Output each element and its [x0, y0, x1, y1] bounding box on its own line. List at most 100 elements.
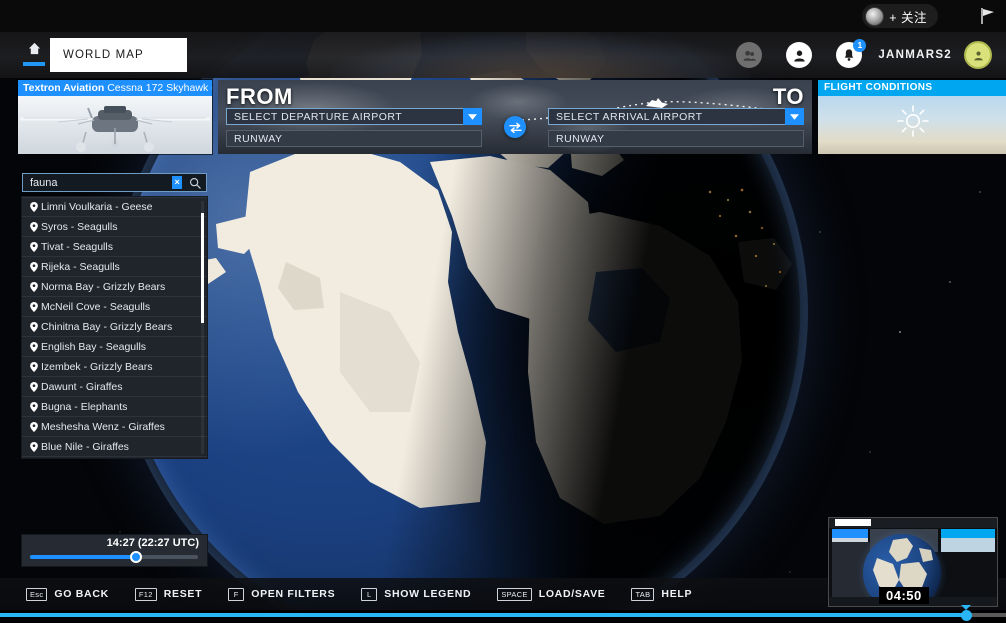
arrival-runway-field[interactable]: RUNWAY: [548, 130, 804, 147]
flag-icon[interactable]: [979, 7, 996, 25]
home-icon: [28, 42, 40, 55]
to-label: TO: [772, 84, 804, 109]
list-item[interactable]: Bugna - Elephants: [22, 397, 207, 417]
chevron-down-icon[interactable]: [463, 108, 482, 125]
list-item[interactable]: Dawunt - Giraffes: [22, 377, 207, 397]
tab-world-map[interactable]: WORLD MAP: [50, 38, 187, 72]
key-cap: F: [228, 587, 245, 601]
flight-conditions-body: [818, 96, 1006, 154]
results-scrollbar-thumb[interactable]: [201, 213, 204, 323]
hint-go-back[interactable]: Esc GO BACK: [26, 587, 109, 601]
list-item[interactable]: Izembek - Grizzly Bears: [22, 357, 207, 377]
bell-icon[interactable]: 1: [836, 39, 867, 68]
list-item-label: Dawunt - Giraffes: [41, 380, 123, 393]
map-pin-icon: [27, 221, 41, 232]
departure-runway-field[interactable]: RUNWAY: [226, 130, 482, 147]
home-active-indicator: [23, 62, 45, 66]
aircraft-card[interactable]: Textron Aviation Cessna 172 Skyhawk (...: [18, 80, 212, 154]
hint-open-filters[interactable]: F OPEN FILTERS: [228, 587, 336, 601]
home-button[interactable]: [22, 40, 46, 70]
key-cap: SPACE: [497, 587, 532, 601]
notification-badge: 1: [853, 39, 867, 52]
search-box[interactable]: ×: [22, 173, 207, 192]
flight-conditions-panel[interactable]: FLIGHT CONDITIONS: [818, 80, 1006, 154]
arrival-runway-value: RUNWAY: [556, 132, 605, 145]
header-sheen: [330, 32, 750, 78]
follow-button[interactable]: + 关注: [862, 4, 938, 28]
list-item[interactable]: Rijeka - Seagulls: [22, 257, 207, 277]
video-progress-bar[interactable]: [0, 605, 1006, 623]
time-of-day-panel[interactable]: 14:27 (22:27 UTC): [22, 535, 207, 566]
time-of-day-slider-handle[interactable]: [129, 551, 142, 563]
map-pin-icon: [27, 361, 41, 372]
user-avatar-icon[interactable]: [964, 41, 992, 69]
search-results-rows: Limni Voulkaria - Geese Syros - Seagulls T…: [22, 197, 207, 457]
arrival-airport-value: SELECT ARRIVAL AIRPORT: [556, 110, 703, 123]
list-item[interactable]: English Bay - Seagulls: [22, 337, 207, 357]
map-pin-icon: [27, 401, 41, 412]
list-item[interactable]: Tivat - Seagulls: [22, 237, 207, 257]
from-label: FROM: [226, 84, 293, 109]
hint-help[interactable]: TAB HELP: [631, 587, 692, 601]
list-item[interactable]: Chinitna Bay - Grizzly Bears: [22, 317, 207, 337]
search-icon[interactable]: [188, 177, 201, 189]
list-item-label: Chinitna Bay - Grizzly Bears: [41, 320, 173, 333]
hint-label: RESET: [163, 588, 203, 600]
header-right-controls: 1 JANMARS2: [724, 32, 998, 78]
follow-button-label: + 关注: [889, 10, 927, 25]
avatar-icon: [865, 6, 885, 26]
video-progress-handle[interactable]: [960, 610, 972, 621]
list-item-label: Meshesha Wenz - Giraffes: [41, 420, 165, 433]
list-item[interactable]: Norma Bay - Grizzly Bears: [22, 277, 207, 297]
departure-runway-value: RUNWAY: [234, 132, 283, 145]
list-item-label: Blue Nile - Giraffes: [41, 440, 129, 453]
browser-top-bar: + 关注: [0, 0, 1006, 32]
hint-reset[interactable]: F12 RESET: [134, 587, 203, 601]
aircraft-model: Cessna 172 Skyhawk (...: [107, 82, 212, 94]
swap-arrows-icon: [508, 122, 522, 133]
search-input[interactable]: [23, 176, 172, 189]
flight-conditions-title: FLIGHT CONDITIONS: [818, 80, 1006, 96]
key-cap: L: [361, 587, 378, 601]
list-item-label: Bugna - Elephants: [41, 400, 128, 413]
hint-label: GO BACK: [54, 588, 109, 600]
hint-label: SHOW LEGEND: [384, 588, 472, 600]
preview-conditions-title: [941, 529, 995, 538]
list-item[interactable]: Meshesha Wenz - Giraffes: [22, 417, 207, 437]
preview-conditions-body: [941, 538, 995, 552]
list-item[interactable]: Blue Nile - Giraffes: [22, 437, 207, 457]
preview-aircraft-title: [832, 529, 868, 538]
sun-icon: [897, 105, 929, 137]
map-pin-icon: [27, 261, 41, 272]
video-progress-played: [0, 613, 966, 617]
key-cap: Esc: [26, 587, 48, 601]
aircraft-photo: [18, 96, 212, 154]
list-item-label: Norma Bay - Grizzly Bears: [41, 280, 166, 293]
hint-label: OPEN FILTERS: [251, 588, 336, 600]
username-label: JANMARS2: [878, 49, 952, 61]
close-icon[interactable]: ×: [172, 176, 183, 189]
preview-timestamp: 04:50: [879, 587, 929, 604]
map-pin-icon: [27, 321, 41, 332]
list-item[interactable]: Syros - Seagulls: [22, 217, 207, 237]
hint-load-save[interactable]: SPACE LOAD/SAVE: [497, 587, 606, 601]
list-item-label: McNeil Cove - Seagulls: [41, 300, 151, 313]
departure-airport-select[interactable]: SELECT DEPARTURE AIRPORT: [226, 108, 482, 125]
list-item[interactable]: McNeil Cove - Seagulls: [22, 297, 207, 317]
arrival-airport-select[interactable]: SELECT ARRIVAL AIRPORT: [548, 108, 804, 125]
list-item[interactable]: Limni Voulkaria - Geese: [22, 197, 207, 217]
list-item-label: Rijeka - Seagulls: [41, 260, 120, 273]
swap-departure-arrival-button[interactable]: [504, 116, 526, 138]
departure-airport-value: SELECT DEPARTURE AIRPORT: [234, 110, 403, 123]
time-of-day-slider-fill: [30, 555, 136, 559]
hint-show-legend[interactable]: L SHOW LEGEND: [361, 587, 472, 601]
chevron-down-icon[interactable]: [785, 108, 804, 125]
hint-label: LOAD/SAVE: [538, 588, 606, 600]
search-results-list[interactable]: Limni Voulkaria - Geese Syros - Seagulls T…: [22, 197, 207, 458]
landmass-eastern-canada: [528, 212, 792, 524]
time-of-day-slider[interactable]: [30, 551, 198, 563]
map-pin-icon: [27, 241, 41, 252]
friends-icon[interactable]: [736, 42, 763, 68]
profile-icon[interactable]: [786, 42, 813, 68]
key-cap: F12: [134, 587, 157, 601]
